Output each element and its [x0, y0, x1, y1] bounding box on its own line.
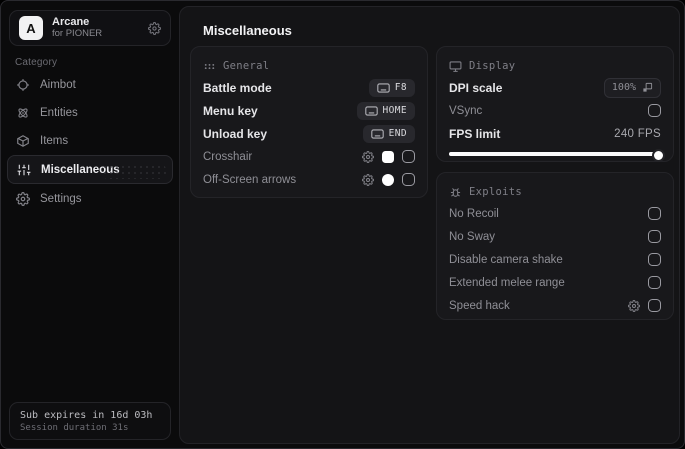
display-panel-header: Display — [449, 56, 661, 76]
app-logo: A — [19, 16, 43, 40]
slider-knob[interactable] — [652, 149, 665, 162]
sidebar-item-settings[interactable]: Settings — [7, 185, 173, 212]
general-panel-title: General — [223, 60, 270, 72]
crosshair-icon — [16, 78, 30, 92]
crosshair-checkbox[interactable] — [402, 150, 415, 163]
app-name: Arcane — [52, 15, 90, 28]
sidebar-item-aimbot[interactable]: Aimbot — [7, 71, 173, 98]
crosshair-color-swatch[interactable] — [382, 150, 394, 163]
display-panel-title: Display — [469, 60, 516, 72]
dpi-scale-value-badge[interactable]: 100% — [603, 77, 661, 98]
unload-key-row: Unload key END — [203, 122, 415, 145]
keybind-value: HOME — [382, 105, 407, 116]
no-recoil-label: No Recoil — [449, 207, 499, 220]
brand-text: Arcane for PIONER — [52, 16, 139, 41]
atom-icon — [16, 106, 30, 120]
sidebar-item-label: Items — [40, 134, 69, 147]
vsync-label: VSync — [449, 104, 483, 117]
battle-mode-row: Battle mode F8 — [203, 76, 415, 99]
unload-key-keybind[interactable]: END — [362, 124, 415, 143]
grid-dots-icon — [203, 60, 216, 73]
crosshair-row: Crosshair — [203, 145, 415, 168]
dpi-scale-label: DPI scale — [449, 80, 503, 95]
extended-melee-range-label: Extended melee range — [449, 276, 565, 289]
speed-hack-label: Speed hack — [449, 299, 510, 312]
sidebar-item-label: Entities — [40, 106, 78, 119]
keyboard-icon — [370, 128, 384, 139]
keybind-value: F8 — [394, 82, 407, 93]
keyboard-icon — [377, 82, 390, 93]
dpi-scale-value: 100% — [611, 82, 636, 93]
app-window: A Arcane for PIONER Category Aimbot Enti… — [0, 0, 685, 449]
offscreen-arrows-label: Off-Screen arrows — [203, 173, 297, 186]
brand-card: A Arcane for PIONER — [9, 10, 171, 46]
disable-camera-shake-row: Disable camera shake — [449, 248, 661, 271]
sidebar-item-miscellaneous[interactable]: Miscellaneous — [7, 155, 173, 184]
display-panel: Display DPI scale 100% VSync FPS limit 2… — [436, 46, 674, 162]
gear-icon[interactable] — [362, 150, 374, 163]
fps-limit-row: FPS limit 240 FPS — [449, 122, 661, 145]
sidebar-item-label: Aimbot — [40, 78, 76, 91]
battle-mode-keybind[interactable]: F8 — [368, 78, 415, 97]
menu-key-label: Menu key — [203, 103, 258, 118]
scale-icon — [642, 82, 653, 93]
gear-icon[interactable] — [362, 173, 374, 186]
sidebar-item-label: Miscellaneous — [41, 163, 120, 176]
general-panel: General Battle mode F8 Menu key HOME Unl… — [190, 46, 428, 198]
sidebar: A Arcane for PIONER Category Aimbot Enti… — [1, 1, 179, 448]
fps-limit-value: 240 FPS — [614, 127, 661, 140]
speed-hack-checkbox[interactable] — [648, 299, 661, 312]
no-sway-row: No Sway — [449, 225, 661, 248]
main-content: Miscellaneous General Battle mode F8 Men… — [179, 6, 680, 444]
gear-icon[interactable] — [148, 21, 161, 35]
fps-slider[interactable] — [449, 149, 665, 162]
exploits-panel-header: Exploits — [449, 182, 661, 202]
sidebar-nav: Aimbot Entities Items Miscellaneous Sett… — [7, 71, 173, 213]
gear-icon — [16, 191, 30, 206]
fps-limit-label: FPS limit — [449, 126, 501, 141]
disable-camera-shake-checkbox[interactable] — [648, 253, 661, 266]
offscreen-arrows-checkbox[interactable] — [402, 173, 415, 186]
sub-expiry-text: Sub expires in 16d 03h — [20, 409, 153, 421]
unload-key-label: Unload key — [203, 126, 268, 141]
vsync-row: VSync — [449, 99, 661, 122]
app-subtitle: for PIONER — [52, 28, 103, 40]
sidebar-item-label: Settings — [40, 192, 82, 205]
exploits-panel-title: Exploits — [469, 186, 522, 198]
no-recoil-checkbox[interactable] — [648, 207, 661, 220]
no-sway-checkbox[interactable] — [648, 230, 661, 243]
speed-hack-row: Speed hack — [449, 294, 661, 317]
gear-icon[interactable] — [628, 299, 640, 312]
bug-icon — [449, 186, 462, 199]
sidebar-item-entities[interactable]: Entities — [7, 99, 173, 126]
offscreen-arrows-row: Off-Screen arrows — [203, 168, 415, 191]
keybind-value: END — [388, 128, 407, 139]
offscreen-arrows-color-swatch[interactable] — [382, 173, 394, 186]
exploits-panel: Exploits No Recoil No Sway Disable camer… — [436, 172, 674, 320]
slider-fill — [449, 152, 655, 156]
extended-melee-range-checkbox[interactable] — [648, 276, 661, 289]
page-title: Miscellaneous — [203, 23, 292, 38]
keyboard-icon — [364, 105, 378, 116]
monitor-icon — [449, 60, 462, 73]
crosshair-label: Crosshair — [203, 150, 253, 163]
battle-mode-label: Battle mode — [203, 80, 272, 95]
category-label: Category — [15, 57, 58, 68]
subscription-card: Sub expires in 16d 03h Session duration … — [9, 402, 171, 440]
vsync-checkbox[interactable] — [648, 104, 661, 117]
package-icon — [16, 134, 30, 148]
menu-key-row: Menu key HOME — [203, 99, 415, 122]
dpi-scale-row: DPI scale 100% — [449, 76, 661, 99]
no-recoil-row: No Recoil — [449, 202, 661, 225]
sliders-icon — [17, 163, 31, 177]
general-panel-header: General — [203, 56, 415, 76]
sidebar-item-items[interactable]: Items — [7, 127, 173, 154]
menu-key-keybind[interactable]: HOME — [356, 101, 415, 120]
session-duration-text: Session duration 31s — [20, 422, 129, 433]
extended-melee-range-row: Extended melee range — [449, 271, 661, 294]
no-sway-label: No Sway — [449, 230, 496, 243]
disable-camera-shake-label: Disable camera shake — [449, 253, 563, 266]
